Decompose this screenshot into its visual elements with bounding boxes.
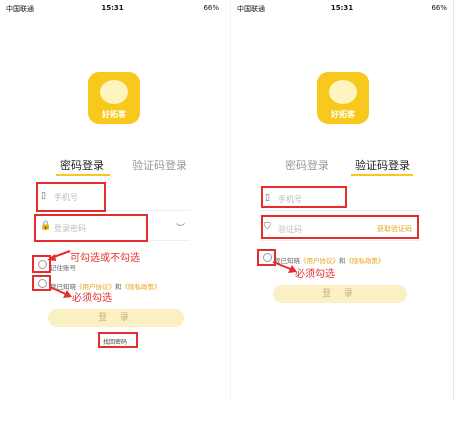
status-bar: 中国联通 15:31 66% — [0, 0, 225, 18]
privacy-policy-link[interactable]: 《隐私政策》 — [346, 257, 385, 265]
logo-text: 好拓客 — [102, 110, 126, 119]
annotation-box-forgot — [98, 332, 138, 348]
phone-field-line — [261, 210, 421, 211]
login-button[interactable]: 登 录 — [48, 309, 184, 327]
password-login-screen: 中国联通 15:31 66% 好拓客 密码登录 验证码登录 ▯ 手机号 🔒 登录… — [0, 0, 225, 400]
annotation-box-password — [34, 214, 148, 242]
battery-label: 66% — [203, 4, 219, 12]
logo-text: 好拓客 — [331, 110, 355, 119]
annotation-optional-text: 可勾选或不勾选 — [70, 253, 140, 264]
code-login-screen: 中国联通 15:31 66% 好拓客 密码登录 验证码登录 ▯ 手机号 ⛉ 验证… — [230, 0, 454, 400]
koala-icon — [100, 80, 128, 104]
app-logo: 好拓客 — [317, 72, 369, 124]
annotation-box-phone — [36, 182, 106, 212]
annotation-required-text: 必须勾选 — [72, 293, 112, 304]
annotation-arrow-optional — [47, 250, 71, 261]
code-field-line — [261, 240, 421, 241]
privacy-policy-link[interactable]: 《隐私政策》 — [122, 283, 161, 291]
annotation-arrow-required — [49, 286, 72, 298]
login-button[interactable]: 登 录 — [273, 285, 407, 303]
active-tab-underline — [351, 174, 413, 176]
annotation-box-phone — [261, 186, 347, 208]
tab-code-login[interactable]: 验证码登录 — [132, 157, 187, 173]
tab-password-login[interactable]: 密码登录 — [285, 157, 329, 173]
battery-label: 66% — [431, 4, 447, 12]
clock: 15:31 — [101, 4, 124, 12]
clock: 15:31 — [330, 4, 354, 12]
eye-closed-icon[interactable]: ︶ — [176, 221, 185, 234]
annotation-box-code — [261, 215, 419, 239]
app-logo: 好拓客 — [88, 72, 140, 124]
koala-icon — [329, 80, 357, 104]
active-tab-underline — [56, 174, 110, 176]
tab-code-login[interactable]: 验证码登录 — [355, 157, 410, 173]
status-bar: 中国联通 15:31 66% — [231, 0, 453, 18]
tab-password-login[interactable]: 密码登录 — [60, 157, 104, 173]
user-agreement-link[interactable]: 《用户协议》 — [300, 257, 339, 265]
annotation-required-text: 必须勾选 — [295, 269, 335, 280]
